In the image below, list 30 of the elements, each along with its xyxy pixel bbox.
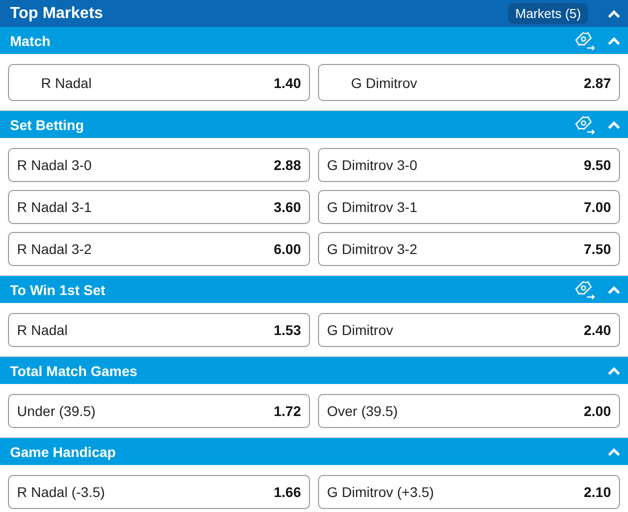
bet-button[interactable]: R Nadal 1.53 [8,313,310,347]
section-title: Game Handicap [10,444,117,460]
bet-button[interactable]: G Dimitrov 3-1 7.00 [318,190,620,224]
chevron-up-icon[interactable] [608,366,620,374]
bet-button[interactable]: R Nadal 3-2 6.00 [8,232,310,266]
bet-button[interactable]: G Dimitrov 2.87 [318,64,620,101]
cash-out-icon[interactable] [574,30,596,50]
chevron-up-icon[interactable] [608,448,620,456]
cash-out-icon[interactable] [574,114,596,134]
chevron-up-icon[interactable] [608,120,620,128]
section-title: To Win 1st Set [10,282,106,298]
bet-button[interactable]: Under (39.5) 1.72 [8,394,310,428]
section-title: Total Match Games [10,362,138,378]
chevron-up-icon[interactable] [608,286,620,294]
section-title: Set Betting [10,116,85,132]
cash-out-icon[interactable] [574,280,596,300]
page-title: Top Markets [10,4,104,22]
bet-button[interactable]: R Nadal 3-0 2.88 [8,148,310,182]
chevron-up-icon[interactable] [608,10,620,18]
bet-button[interactable]: G Dimitrov 3-2 7.50 [318,232,620,266]
bet-button[interactable]: G Dimitrov 2.40 [318,313,620,347]
chevron-up-icon[interactable] [608,36,620,44]
bet-button[interactable]: G Dimitrov (+3.5) 2.10 [318,475,620,509]
bet-button[interactable]: Over (39.5) 2.00 [318,394,620,428]
bet-button[interactable]: R Nadal 3-1 3.60 [8,190,310,224]
bet-button[interactable]: G Dimitrov 3-0 9.50 [318,148,620,182]
bet-button[interactable]: R Nadal 1.40 [8,64,310,101]
section-title: Match [10,32,52,48]
bet-button[interactable]: R Nadal (-3.5) 1.66 [8,475,310,509]
markets-button[interactable]: Markets (5) [508,3,588,24]
